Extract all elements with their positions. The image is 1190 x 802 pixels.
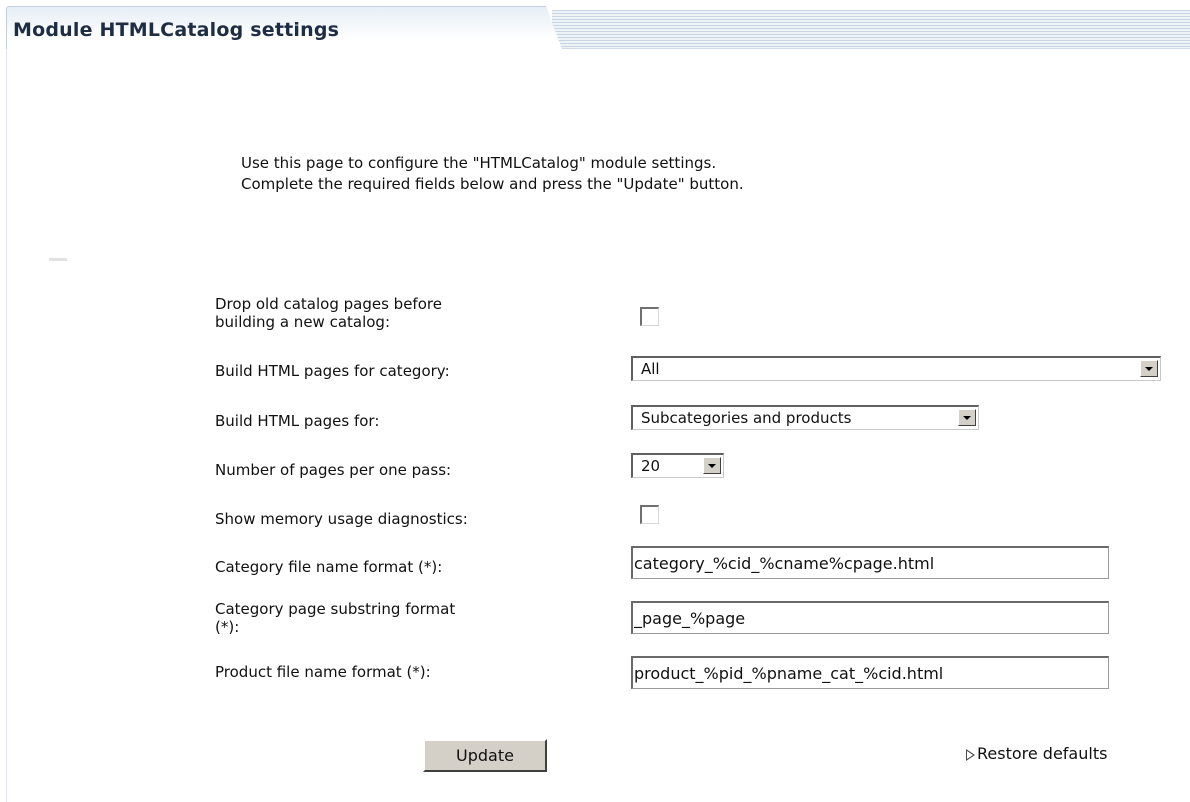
- memory-diag-checkbox[interactable]: [640, 505, 659, 524]
- category-page-substring-label-line-2: (*):: [215, 618, 240, 636]
- restore-defaults-label: Restore defaults: [977, 744, 1108, 763]
- triangle-right-outline-icon: [966, 749, 975, 761]
- product-file-format-label: Product file name format (*):: [215, 663, 431, 681]
- build-category-selected-value: All: [641, 360, 660, 378]
- page-title: Module HTMLCatalog settings: [13, 19, 340, 41]
- left-border: [6, 49, 7, 802]
- product-file-format-input[interactable]: [631, 656, 1109, 689]
- separator-mark: [49, 258, 67, 261]
- pages-per-pass-label: Number of pages per one pass:: [215, 461, 452, 479]
- category-page-substring-label-line-1: Category page substring format: [215, 600, 456, 618]
- intro-text: Use this page to configure the "HTMLCata…: [241, 153, 744, 195]
- pages-per-pass-selected-value: 20: [641, 457, 661, 475]
- drop-old-label-line-2: building a new catalog:: [215, 313, 391, 331]
- category-page-substring-input[interactable]: [631, 601, 1109, 634]
- drop-old-label: Drop old catalog pages before building a…: [215, 295, 442, 331]
- drop-old-checkbox[interactable]: [640, 307, 659, 326]
- build-for-select[interactable]: Subcategories and products: [631, 405, 979, 430]
- intro-line-1: Use this page to configure the "HTMLCata…: [241, 154, 717, 172]
- header-decorative-strip: [552, 10, 1190, 49]
- memory-diag-label: Show memory usage diagnostics:: [215, 510, 468, 528]
- drop-old-label-line-1: Drop old catalog pages before: [215, 295, 442, 313]
- page-header: Module HTMLCatalog settings: [0, 0, 1190, 50]
- intro-line-2: Complete the required fields below and p…: [241, 175, 744, 193]
- update-button[interactable]: Update: [423, 739, 547, 772]
- settings-page: Module HTMLCatalog settings Use this pag…: [0, 0, 1190, 802]
- build-category-label: Build HTML pages for category:: [215, 362, 450, 380]
- chevron-down-icon[interactable]: [958, 409, 976, 426]
- restore-defaults-link[interactable]: Restore defaults: [966, 744, 1107, 763]
- build-for-selected-value: Subcategories and products: [641, 409, 852, 427]
- category-file-format-input[interactable]: [631, 546, 1109, 579]
- chevron-down-icon[interactable]: [703, 457, 721, 474]
- chevron-down-icon[interactable]: [1140, 360, 1158, 377]
- build-category-select[interactable]: All: [631, 356, 1161, 381]
- build-for-label: Build HTML pages for:: [215, 412, 380, 430]
- category-page-substring-label: Category page substring format (*):: [215, 600, 455, 636]
- pages-per-pass-select[interactable]: 20: [631, 453, 724, 478]
- category-file-format-label: Category file name format (*):: [215, 558, 443, 576]
